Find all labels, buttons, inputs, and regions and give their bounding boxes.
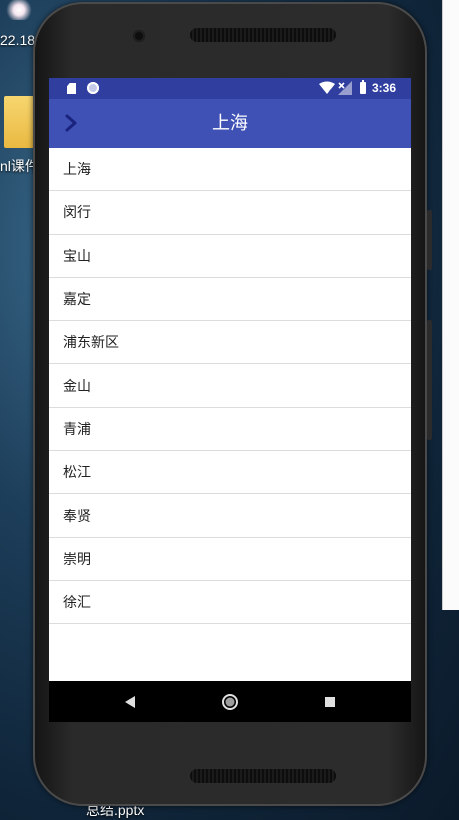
list-item[interactable]: 松江 (49, 451, 411, 495)
list-item[interactable]: 徐汇 (49, 581, 411, 625)
app-toolbar: 上海 (49, 99, 411, 148)
list-item[interactable]: 闵行 (49, 191, 411, 235)
list-item[interactable]: 奉贤 (49, 494, 411, 538)
square-recents-icon[interactable] (305, 681, 355, 722)
desktop-light-glare (4, 0, 34, 20)
list-item[interactable]: 青浦 (49, 408, 411, 452)
wifi-icon (319, 81, 335, 95)
status-bar: 3:36 (49, 78, 411, 99)
system-nav-bar (49, 681, 411, 722)
list-item[interactable]: 宝山 (49, 235, 411, 278)
list-item[interactable]: 嘉定 (49, 278, 411, 322)
desktop-time-fragment: 22.18 (0, 32, 36, 48)
page-title: 上海 (212, 113, 248, 134)
power-button[interactable] (427, 320, 432, 440)
battery-icon (360, 80, 366, 94)
status-time: 3:36 (372, 81, 397, 95)
triangle-back-icon[interactable] (105, 681, 155, 722)
phone-screen: 3:36 上海 上海 闵行 宝山 嘉定 浦东新区 金山 青浦 松江 奉贤 崇明 … (49, 78, 411, 722)
sync-status-icon (87, 82, 99, 94)
volume-button[interactable] (427, 210, 432, 270)
list-item[interactable]: 浦东新区 (49, 321, 411, 365)
desktop-folder-icon[interactable] (4, 96, 34, 148)
list-item[interactable]: 崇明 (49, 538, 411, 581)
bottom-speaker-grille (190, 769, 336, 783)
sd-card-icon (67, 83, 76, 94)
front-camera-icon (133, 30, 145, 42)
background-window-edge (442, 0, 459, 610)
list-item[interactable]: 金山 (49, 364, 411, 408)
cell-signal-icon (338, 81, 352, 95)
list-item[interactable]: 上海 (49, 148, 411, 192)
circle-home-icon[interactable] (205, 681, 255, 722)
district-list: 上海 闵行 宝山 嘉定 浦东新区 金山 青浦 松江 奉贤 崇明 徐汇 (49, 148, 411, 625)
top-speaker-grille (190, 28, 336, 42)
